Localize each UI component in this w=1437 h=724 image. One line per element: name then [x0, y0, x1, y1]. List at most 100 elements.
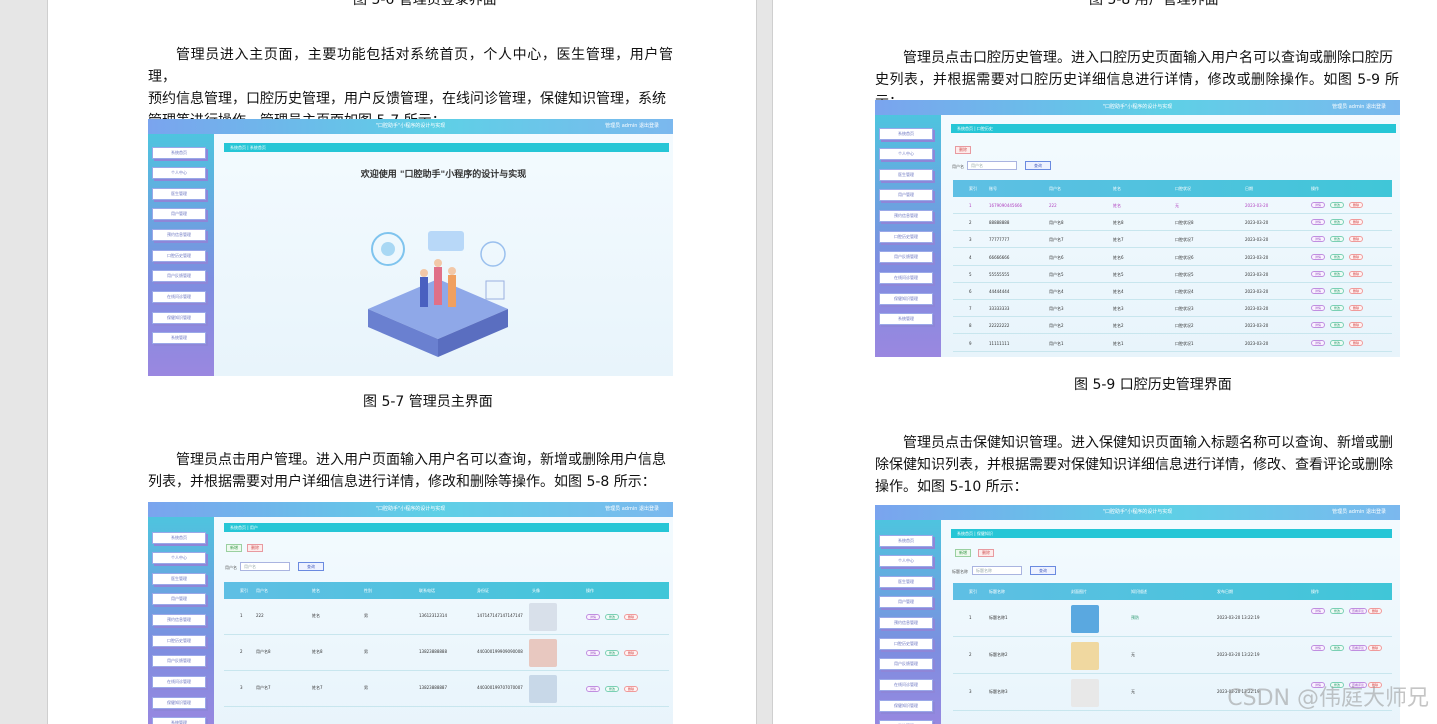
edit-button[interactable]: 修改	[1330, 608, 1344, 614]
sidebar-item[interactable]: 系统首页	[879, 128, 933, 140]
title-search-input[interactable]: 标题名称	[972, 566, 1022, 575]
sidebar-item[interactable]: 医生管理	[879, 169, 933, 181]
view-comments-button[interactable]: 查看评论	[1349, 608, 1367, 614]
sidebar-item[interactable]: 用户反馈管理	[879, 251, 933, 263]
sidebar-item[interactable]: 系统管理	[152, 717, 206, 724]
sidebar-item[interactable]: 预约信息管理	[879, 210, 933, 222]
sidebar-item[interactable]: 用户管理	[152, 593, 206, 605]
search-button[interactable]: 查询	[298, 562, 324, 571]
column-header: 日期	[1245, 186, 1253, 191]
sidebar-item[interactable]: 医生管理	[152, 188, 206, 200]
edit-button[interactable]: 修改	[1330, 288, 1344, 294]
edit-button[interactable]: 修改	[605, 614, 619, 620]
detail-button[interactable]: 详情	[1311, 339, 1325, 346]
sidebar-item[interactable]: 用户反馈管理	[879, 658, 933, 670]
delete-button[interactable]: 删除	[978, 549, 994, 557]
sidebar-item[interactable]: 在线问诊管理	[152, 291, 206, 303]
search-button[interactable]: 查询	[1025, 161, 1051, 170]
sidebar-item[interactable]: 系统管理	[879, 720, 933, 724]
detail-button[interactable]: 详情	[1311, 270, 1325, 277]
sidebar-item[interactable]: 预约信息管理	[879, 617, 933, 629]
table-cell: 男	[364, 613, 368, 618]
sidebar-item[interactable]: 个人中心	[879, 555, 933, 567]
sidebar-item[interactable]: 医生管理	[879, 576, 933, 588]
delete-row-button[interactable]: 删除	[1349, 305, 1363, 312]
delete-row-button[interactable]: 删除	[1349, 288, 1363, 294]
delete-row-button[interactable]: 删除	[1368, 608, 1382, 614]
sidebar-item[interactable]: 用户反馈管理	[152, 270, 206, 282]
sidebar-item[interactable]: 医生管理	[152, 573, 206, 585]
edit-button[interactable]: 修改	[1330, 236, 1344, 243]
detail-button[interactable]: 详情	[586, 686, 600, 692]
detail-button[interactable]: 详情	[586, 650, 600, 656]
add-button[interactable]: 新增	[226, 544, 242, 552]
delete-row-button[interactable]: 删除	[1349, 322, 1363, 329]
delete-row-button[interactable]: 删除	[1349, 253, 1363, 260]
sidebar-item[interactable]: 预约信息管理	[152, 229, 206, 241]
detail-button[interactable]: 详情	[1311, 202, 1325, 208]
sidebar-item[interactable]: 保健知识管理	[879, 700, 933, 712]
sidebar-item[interactable]: 系统管理	[879, 313, 933, 325]
table-cell: 222	[1049, 203, 1057, 208]
detail-button[interactable]: 详情	[1311, 219, 1325, 226]
edit-button[interactable]: 修改	[1330, 645, 1344, 651]
delete-row-button[interactable]: 删除	[1349, 270, 1363, 277]
sidebar-item[interactable]: 口腔历史管理	[152, 250, 206, 262]
edit-button[interactable]: 修改	[1330, 270, 1344, 277]
sidebar-item[interactable]: 口腔历史管理	[879, 231, 933, 243]
detail-button[interactable]: 详情	[1311, 288, 1325, 294]
sidebar-item[interactable]: 口腔历史管理	[152, 635, 206, 647]
sidebar-item[interactable]: 用户管理	[879, 189, 933, 201]
delete-row-button[interactable]: 删除	[624, 614, 638, 620]
sidebar-item[interactable]: 个人中心	[879, 148, 933, 160]
detail-button[interactable]: 详情	[1311, 236, 1325, 243]
delete-row-button[interactable]: 删除	[1349, 236, 1363, 243]
table-cell: 用户名7	[1049, 237, 1064, 243]
delete-row-button[interactable]: 删除	[1349, 219, 1363, 226]
sidebar-item[interactable]: 系统管理	[152, 332, 206, 344]
detail-button[interactable]: 详情	[586, 614, 600, 620]
delete-button[interactable]: 删除	[247, 544, 263, 552]
edit-button[interactable]: 修改	[1330, 219, 1344, 226]
delete-button[interactable]: 删除	[955, 146, 971, 154]
detail-button[interactable]: 详情	[1311, 608, 1325, 614]
delete-row-button[interactable]: 删除	[624, 686, 638, 692]
sidebar-item[interactable]: 保健知识管理	[879, 293, 933, 305]
sidebar-item[interactable]: 保健知识管理	[152, 312, 206, 324]
delete-row-button[interactable]: 删除	[624, 650, 638, 656]
username-search-input[interactable]: 用户名	[967, 161, 1017, 170]
edit-button[interactable]: 修改	[605, 650, 619, 656]
detail-button[interactable]: 详情	[1311, 322, 1325, 329]
edit-button[interactable]: 修改	[1330, 305, 1344, 312]
edit-button[interactable]: 修改	[1330, 202, 1344, 208]
username-search-input[interactable]: 用户名	[240, 562, 290, 571]
delete-row-button[interactable]: 删除	[1368, 645, 1382, 651]
detail-button[interactable]: 详情	[1311, 645, 1325, 651]
sidebar-item[interactable]: 用户管理	[879, 596, 933, 608]
sidebar-item[interactable]: 用户反馈管理	[152, 655, 206, 667]
edit-button[interactable]: 修改	[1330, 322, 1344, 329]
delete-row-button[interactable]: 删除	[1349, 339, 1363, 346]
sidebar-item[interactable]: 在线问诊管理	[152, 676, 206, 688]
sidebar-item[interactable]: 用户管理	[152, 208, 206, 220]
sidebar-item[interactable]: 预约信息管理	[152, 614, 206, 626]
add-button[interactable]: 新增	[955, 549, 971, 557]
edit-button[interactable]: 修改	[605, 686, 619, 692]
sidebar-item[interactable]: 个人中心	[152, 552, 206, 564]
sidebar-item[interactable]: 个人中心	[152, 167, 206, 179]
sidebar-item[interactable]: 系统首页	[879, 535, 933, 547]
edit-button[interactable]: 修改	[1330, 339, 1344, 346]
search-button[interactable]: 查询	[1030, 566, 1056, 575]
sidebar-item[interactable]: 在线问诊管理	[879, 272, 933, 284]
table-cell: 姓名6	[1113, 254, 1124, 260]
sidebar-item[interactable]: 保健知识管理	[152, 697, 206, 709]
sidebar-item[interactable]: 系统首页	[152, 147, 206, 159]
edit-button[interactable]: 修改	[1330, 253, 1344, 260]
sidebar-item[interactable]: 口腔历史管理	[879, 638, 933, 650]
detail-button[interactable]: 详情	[1311, 253, 1325, 260]
view-comments-button[interactable]: 查看评论	[1349, 645, 1367, 651]
detail-button[interactable]: 详情	[1311, 305, 1325, 312]
sidebar-item[interactable]: 在线问诊管理	[879, 679, 933, 691]
sidebar-item[interactable]: 系统首页	[152, 532, 206, 544]
delete-row-button[interactable]: 删除	[1349, 202, 1363, 208]
